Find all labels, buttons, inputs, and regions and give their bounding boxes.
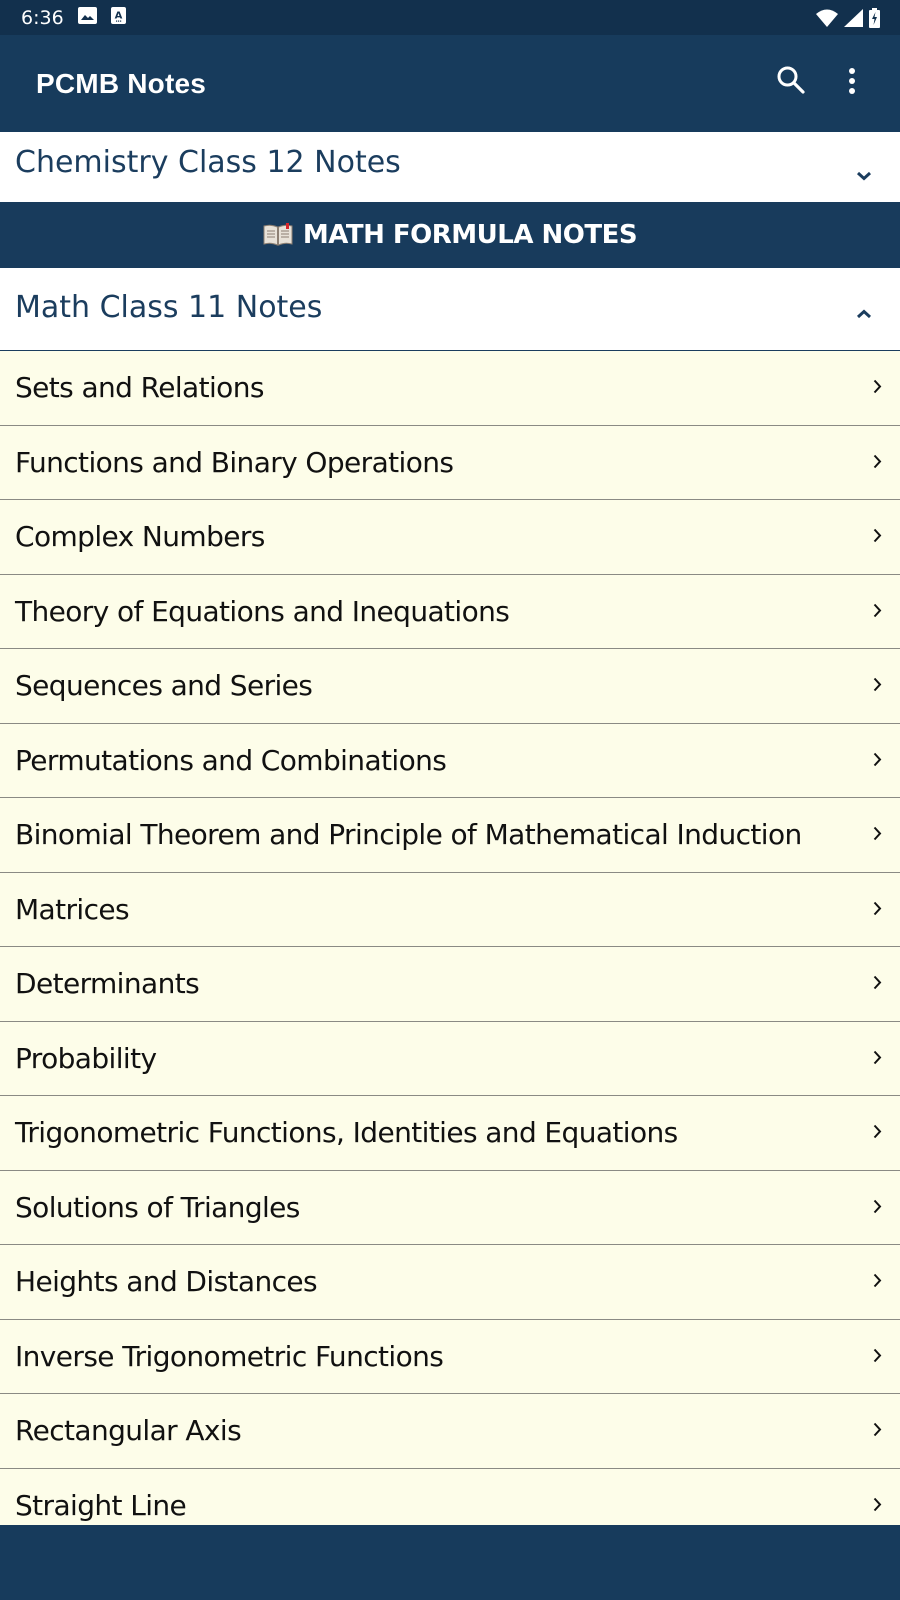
topic-label: Straight Line [15, 1488, 187, 1522]
bottom-ad-bar [0, 1525, 900, 1600]
topic-label: Theory of Equations and Inequations [15, 594, 510, 628]
svg-text:A: A [114, 10, 122, 21]
chevron-right-icon [873, 677, 882, 697]
topic-label: Complex Numbers [15, 520, 265, 553]
topic-label: Binomial Theorem and Principle of Mathem… [15, 818, 802, 851]
math-header-label: Math Class 11 Notes [15, 290, 323, 325]
topic-list-item[interactable]: Solutions of Triangles [0, 1170, 900, 1245]
topic-label: Heights and Distances [15, 1265, 318, 1298]
math-formula-notes-button[interactable]: MATH FORMULA NOTES [0, 202, 900, 268]
chevron-right-icon [873, 603, 882, 623]
chevron-right-icon [873, 975, 882, 995]
topic-list-item[interactable]: Sets and Relations [0, 351, 900, 426]
image-notification-icon [77, 6, 97, 29]
topic-label: Sequences and Series [15, 669, 313, 702]
chemistry-class-12-header[interactable]: Chemistry Class 12 Notes [0, 132, 900, 202]
topic-label: Trigonometric Functions, Identities and … [15, 1116, 678, 1149]
wifi-icon [816, 9, 838, 32]
topic-label: Determinants [15, 967, 200, 1000]
topic-list-item[interactable]: Permutations and Combinations [0, 723, 900, 798]
topic-list: Sets and Relations Functions and Binary … [0, 351, 900, 1543]
topic-label: Functions and Binary Operations [15, 445, 454, 479]
open-book-icon [263, 223, 293, 247]
topic-list-item[interactable]: Complex Numbers [0, 500, 900, 575]
chevron-right-icon [873, 1124, 882, 1144]
chevron-right-icon [873, 454, 882, 474]
chevron-down-icon[interactable] [856, 154, 872, 189]
topic-list-item[interactable]: Heights and Distances [0, 1245, 900, 1320]
topic-label: Solutions of Triangles [15, 1190, 300, 1224]
topic-list-item[interactable]: Binomial Theorem and Principle of Mathem… [0, 798, 900, 873]
battery-charging-icon [869, 8, 880, 33]
topic-list-item[interactable]: Probability [0, 1021, 900, 1096]
search-icon[interactable] [776, 65, 806, 100]
chevron-right-icon [873, 901, 882, 921]
chevron-right-icon [873, 826, 882, 846]
chevron-right-icon [873, 1497, 882, 1517]
topic-list-item[interactable]: Rectangular Axis [0, 1394, 900, 1469]
topic-label: Sets and Relations [15, 371, 264, 404]
text-notification-icon: A [110, 6, 126, 29]
math-class-11-header[interactable]: Math Class 11 Notes [0, 268, 900, 351]
chevron-right-icon [873, 1273, 882, 1293]
chevron-right-icon [873, 1199, 882, 1219]
app-title: PCMB Notes [36, 68, 207, 99]
topic-label: Inverse Trigonometric Functions [15, 1339, 444, 1373]
topic-list-item[interactable]: Sequences and Series [0, 649, 900, 724]
status-bar: 6:36 A [0, 0, 900, 35]
topic-label: Rectangular Axis [15, 1414, 242, 1447]
cell-signal-icon [844, 9, 863, 32]
status-time: 6:36 [21, 6, 64, 29]
topic-label: Probability [15, 1041, 157, 1075]
topic-label: Permutations and Combinations [15, 743, 447, 777]
chemistry-header-label: Chemistry Class 12 Notes [15, 145, 401, 180]
topic-list-item[interactable]: Inverse Trigonometric Functions [0, 1319, 900, 1394]
chevron-right-icon [873, 528, 882, 548]
chevron-right-icon [873, 1050, 882, 1070]
topic-list-item[interactable]: Functions and Binary Operations [0, 425, 900, 500]
topic-label: Matrices [15, 892, 130, 926]
topic-list-item[interactable]: Matrices [0, 872, 900, 947]
chevron-right-icon [873, 1422, 882, 1442]
topic-list-item[interactable]: Theory of Equations and Inequations [0, 574, 900, 649]
banner-label: MATH FORMULA NOTES [302, 220, 638, 250]
chevron-up-icon[interactable] [856, 292, 872, 327]
chevron-right-icon [873, 752, 882, 772]
app-bar: PCMB Notes [0, 35, 900, 132]
more-vert-icon[interactable] [846, 67, 858, 102]
chevron-right-icon [873, 1348, 882, 1368]
topic-list-item[interactable]: Determinants [0, 947, 900, 1022]
topic-list-item[interactable]: Trigonometric Functions, Identities and … [0, 1096, 900, 1171]
chevron-right-icon [873, 379, 882, 399]
